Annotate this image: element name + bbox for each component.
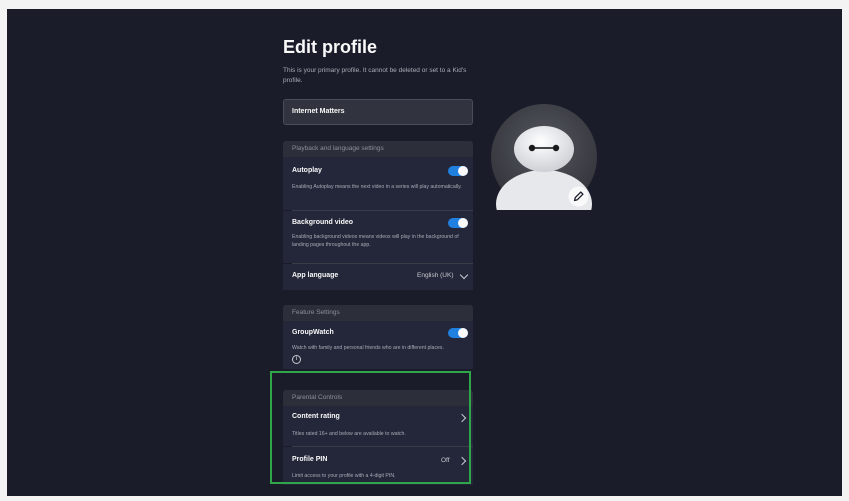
app-language-title: App language xyxy=(292,272,339,279)
playback-section-header: Playback and language settings xyxy=(283,141,473,157)
profile-name-input[interactable]: Internet Matters xyxy=(283,99,473,125)
autoplay-toggle[interactable] xyxy=(448,166,468,176)
background-video-toggle[interactable] xyxy=(448,218,468,228)
toggle-knob xyxy=(458,328,468,338)
background-video-description: Enabling background videos means videos … xyxy=(292,234,459,248)
feature-section-header: Feature Settings xyxy=(283,305,473,321)
background-video-row: Background video Enabling background vid… xyxy=(283,211,473,263)
groupwatch-title: GroupWatch xyxy=(292,329,334,336)
toggle-knob xyxy=(458,166,468,176)
toggle-knob xyxy=(458,218,468,228)
app-language-row[interactable]: App language English (UK) xyxy=(283,264,473,290)
groupwatch-description: Watch with family and personal friends w… xyxy=(292,345,444,351)
page-subtitle: This is your primary profile. It cannot … xyxy=(283,67,467,84)
groupwatch-row: GroupWatch Watch with family and persona… xyxy=(283,321,473,369)
autoplay-row: Autoplay Enabling Autoplay means the nex… xyxy=(283,157,473,210)
background-video-title: Background video xyxy=(292,219,354,226)
info-icon[interactable]: i xyxy=(292,355,301,364)
autoplay-title: Autoplay xyxy=(292,167,322,174)
app-language-value: English (UK) xyxy=(417,272,454,279)
chevron-down-icon xyxy=(459,270,469,280)
pencil-icon[interactable] xyxy=(568,186,589,207)
page-title: Edit profile xyxy=(283,37,377,57)
groupwatch-toggle[interactable] xyxy=(448,328,468,338)
autoplay-description: Enabling Autoplay means the next video i… xyxy=(292,184,462,190)
parental-controls-highlight xyxy=(270,371,471,484)
